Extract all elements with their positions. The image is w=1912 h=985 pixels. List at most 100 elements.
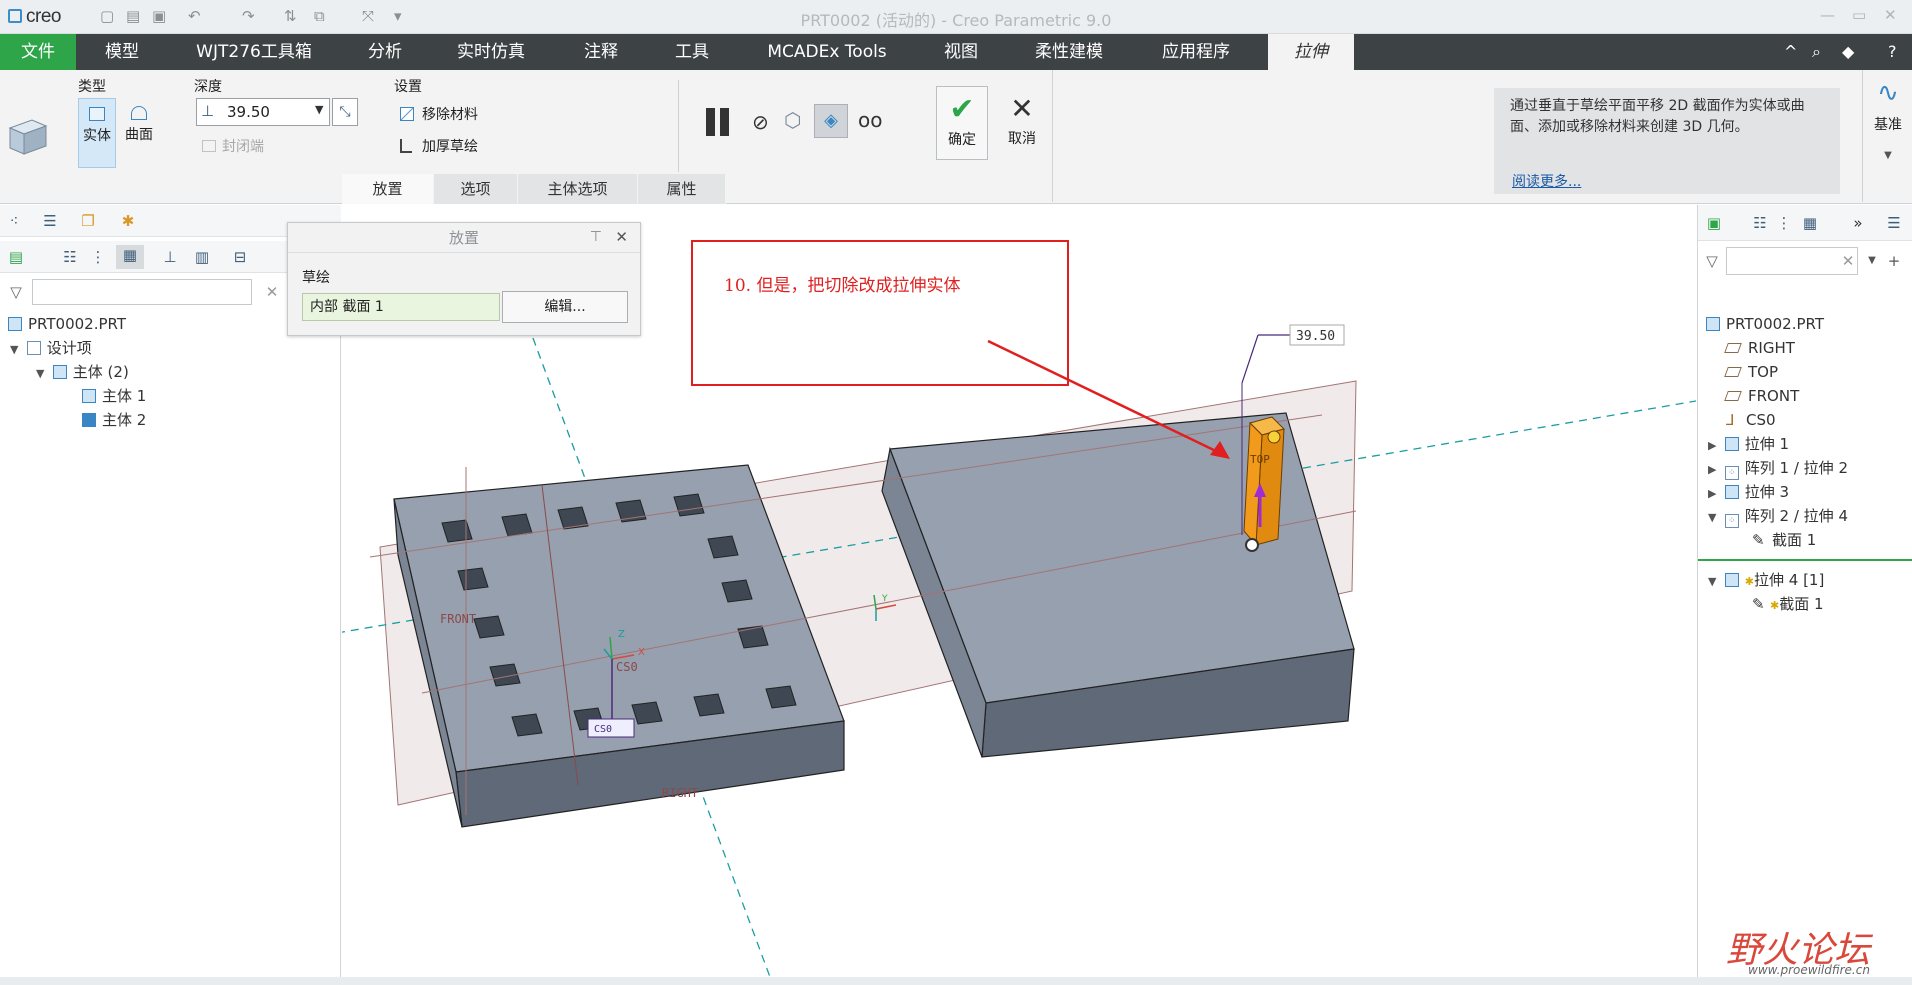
ok-button[interactable]: ✔ 确定 xyxy=(936,86,988,160)
sketch-collector[interactable]: 内部 截面 1 xyxy=(302,293,500,321)
menu-live-simulation[interactable]: 实时仿真 xyxy=(446,34,536,70)
dimension-value[interactable]: 39.50 xyxy=(1296,329,1335,344)
panel-settings-icon[interactable]: ☰ xyxy=(1884,213,1904,233)
menu-model[interactable]: 模型 xyxy=(82,34,162,70)
expand-arrow-icon[interactable]: ▼ xyxy=(36,363,48,385)
menu-flexible-modeling[interactable]: 柔性建模 xyxy=(1022,34,1116,70)
tree-item-part[interactable]: PRT0002.PRT xyxy=(1706,313,1824,335)
capped-ends-checkbox[interactable]: 封闭端 xyxy=(202,136,264,156)
minimize-ribbon-icon[interactable]: ^ xyxy=(1784,42,1797,61)
menu-wjt276-toolbox[interactable]: WJT276工具箱 xyxy=(180,34,328,70)
close-button[interactable]: ✕ xyxy=(1884,6,1897,24)
menu-mcadex-tools[interactable]: MCADEx Tools xyxy=(752,34,902,70)
window-title: PRT0002 (活动的) - Creo Parametric 9.0 xyxy=(800,11,1112,30)
checkmark-icon: ✔ xyxy=(949,92,975,127)
tree-item-right-plane[interactable]: RIGHT xyxy=(1724,337,1795,359)
menu-tools[interactable]: 工具 xyxy=(660,34,724,70)
solid-button[interactable]: 实体 xyxy=(78,98,116,168)
search-dropdown-icon[interactable]: ▼ xyxy=(1862,251,1882,271)
tree-body-icon[interactable]: ⊟ xyxy=(230,247,250,267)
no-preview-icon[interactable]: ⊘ xyxy=(752,110,769,134)
extrude-feature-preview[interactable] xyxy=(1243,416,1285,552)
expand-panel-icon[interactable]: » xyxy=(1848,213,1868,233)
expand-arrow-icon[interactable]: ▶ xyxy=(1708,483,1720,505)
tree-columns-icon[interactable]: ▦ xyxy=(116,245,144,269)
tree-search-input[interactable] xyxy=(32,279,252,305)
tree-settings-icon[interactable]: ⋮ xyxy=(88,247,108,267)
clear-search-icon[interactable]: ✕ xyxy=(1838,251,1858,271)
help-icon[interactable]: ? xyxy=(1888,42,1897,61)
ok-label: 确定 xyxy=(948,132,976,148)
tab-placement[interactable]: 放置 xyxy=(342,174,434,204)
menu-analysis[interactable]: 分析 xyxy=(350,34,420,70)
close-panel-icon[interactable]: ✕ xyxy=(615,228,628,246)
expand-arrow-icon[interactable]: ▼ xyxy=(1708,571,1720,593)
tree-item-top-plane[interactable]: TOP xyxy=(1724,361,1778,383)
tree-display-icon[interactable]: ▥ xyxy=(192,247,212,267)
model-tree-tab-icon[interactable]: ⁖ xyxy=(4,211,24,231)
expand-arrow-icon[interactable]: ▶ xyxy=(1708,435,1720,457)
menu-applications[interactable]: 应用程序 xyxy=(1148,34,1244,70)
expand-arrow-icon[interactable]: ▼ xyxy=(10,339,22,361)
search-icon[interactable]: ⌕ xyxy=(1812,42,1821,62)
tree-item-extrude-1[interactable]: ▶ 拉伸 1 xyxy=(1708,433,1789,455)
cancel-button[interactable]: ✕ 取消 xyxy=(996,86,1048,160)
favorites-tab-icon[interactable]: ✱ xyxy=(118,211,138,231)
verify-glasses-icon[interactable]: oo xyxy=(858,108,882,132)
tree-item-pattern-1[interactable]: ▶ ⁘ 阵列 1 / 拉伸 2 xyxy=(1708,457,1848,481)
new-feature-star-icon: ✱ xyxy=(1744,575,1754,588)
expand-arrow-icon[interactable]: ▼ xyxy=(1708,507,1720,529)
tree-item-design-items[interactable]: ▼ 设计项 xyxy=(10,337,92,359)
tab-options[interactable]: 选项 xyxy=(434,174,518,204)
tree-item-body-2[interactable]: 主体 2 xyxy=(82,409,146,431)
tab-body-options[interactable]: 主体选项 xyxy=(518,174,638,204)
detached-preview-icon[interactable]: ◈ xyxy=(814,104,848,138)
remove-material-toggle[interactable]: 移除材料 xyxy=(400,104,478,124)
tree-view-icon[interactable]: ▤ xyxy=(6,247,26,267)
tree-filter-icon[interactable]: ⊥ xyxy=(160,247,180,267)
tree-item-extrude-4-new[interactable]: ▼ ✱拉伸 4 [1] xyxy=(1708,569,1824,591)
tree-item-pattern-2[interactable]: ▼ ⁘ 阵列 2 / 拉伸 4 xyxy=(1708,505,1848,529)
edit-sketch-button[interactable]: 编辑... xyxy=(502,291,628,323)
tab-properties[interactable]: 属性 xyxy=(638,174,726,204)
insert-indicator[interactable] xyxy=(1698,559,1912,561)
tree-item-body-1[interactable]: 主体 1 xyxy=(82,385,146,407)
surface-button[interactable]: 曲面 xyxy=(120,98,158,168)
flip-direction-button[interactable]: ⤡ xyxy=(332,98,358,126)
maximize-button[interactable]: ▭ xyxy=(1852,6,1866,24)
pause-button[interactable] xyxy=(704,108,732,136)
thicken-sketch-toggle[interactable]: 加厚草绘 xyxy=(400,136,478,156)
model-tree-icon[interactable]: ▣ xyxy=(1704,213,1724,233)
menu-extrude[interactable]: 拉伸 xyxy=(1268,34,1354,70)
tree-item-extrude-3[interactable]: ▶ 拉伸 3 xyxy=(1708,481,1789,503)
layers-tab-icon[interactable]: ☰ xyxy=(40,211,60,231)
help-text: 通过垂直于草绘平面平移 2D 截面作为实体或曲面、添加或移除材料来创建 3D 几… xyxy=(1510,98,1805,135)
pin-panel-icon[interactable]: ⊤ xyxy=(590,229,602,245)
tree-item-bodies[interactable]: ▼ 主体 (2) xyxy=(36,361,129,383)
show-tree-icon[interactable]: ☷ xyxy=(60,247,80,267)
tree-columns-icon[interactable]: ▦ xyxy=(1800,213,1820,233)
learning-icon[interactable]: ◆ xyxy=(1842,42,1854,61)
tree-settings-icon[interactable]: ⋮ xyxy=(1774,213,1794,233)
add-filter-icon[interactable]: + xyxy=(1884,251,1904,271)
extrude-icon xyxy=(1724,485,1739,499)
depth-dropdown-icon[interactable]: ▼ xyxy=(315,103,323,116)
tree-item-section-1-new[interactable]: ✎ ✱截面 1 xyxy=(1752,593,1824,615)
menu-annotate[interactable]: 注释 xyxy=(566,34,636,70)
read-more-link[interactable]: 阅读更多... xyxy=(1512,172,1581,193)
menu-view[interactable]: 视图 xyxy=(926,34,996,70)
show-tree-icon[interactable]: ☷ xyxy=(1750,213,1770,233)
datum-button[interactable]: ∿ 基准 ▼ xyxy=(1866,78,1910,188)
attached-preview-icon[interactable]: ⬡ xyxy=(784,108,801,132)
tree-item-section-1[interactable]: ✎ 截面 1 xyxy=(1752,529,1816,551)
menu-file[interactable]: 文件 xyxy=(0,34,76,70)
depth-field[interactable]: ⊥ 39.50 ▼ xyxy=(196,98,330,126)
tree-item-front-plane[interactable]: FRONT xyxy=(1724,385,1799,407)
clear-search-icon[interactable]: ✕ xyxy=(262,282,282,302)
body-2-block[interactable] xyxy=(881,412,1355,758)
tree-item-part[interactable]: PRT0002.PRT xyxy=(8,313,126,335)
expand-arrow-icon[interactable]: ▶ xyxy=(1708,459,1720,481)
tree-item-cs0[interactable]: ⅃ CS0 xyxy=(1726,409,1776,431)
minimize-button[interactable]: — xyxy=(1820,6,1835,24)
folder-browser-tab-icon[interactable]: ❐ xyxy=(78,211,98,231)
